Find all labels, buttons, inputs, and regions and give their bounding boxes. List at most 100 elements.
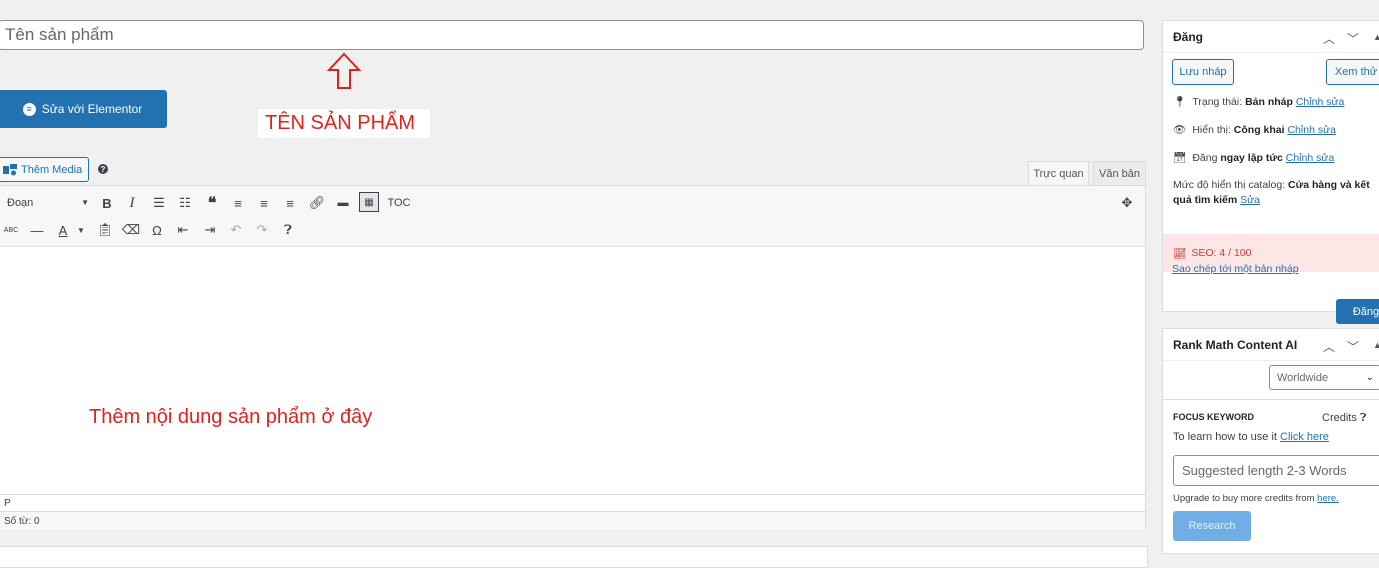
preview-button[interactable]: Xem thử [1326, 59, 1379, 85]
chevron-down-icon[interactable]: ﹀ [1347, 30, 1359, 47]
strikethrough-icon[interactable]: ABC [1, 220, 21, 240]
chevron-up-icon[interactable]: ︿ [1323, 338, 1335, 355]
help-icon[interactable]: ? [98, 164, 108, 174]
outdent-icon[interactable]: ⇤ [173, 220, 193, 240]
eye-icon: 👁︎ [1173, 124, 1187, 136]
align-left-icon[interactable]: ≡ [228, 193, 248, 213]
align-center-icon[interactable]: ≡ [254, 193, 274, 213]
rank-math-box-title: Rank Math Content AI [1173, 337, 1298, 352]
product-title-input[interactable] [0, 20, 1144, 50]
pin-icon: 📍︎ [1173, 96, 1187, 108]
edit-with-elementor-button[interactable]: ≡ Sửa với Elementor [0, 90, 167, 128]
paste-text-icon[interactable]: 📋︎ [95, 220, 115, 240]
country-select[interactable]: Worldwide ⌄ [1269, 365, 1379, 390]
bullet-list-icon[interactable]: ☰ [149, 193, 169, 213]
next-metabox [0, 546, 1148, 568]
help-icon[interactable]: ❓︎ [1360, 412, 1367, 424]
tab-text[interactable]: Văn bản [1093, 161, 1146, 186]
click-here-link[interactable]: Click here [1280, 431, 1329, 443]
schedule-label: Đăng [1192, 151, 1221, 164]
upgrade-link[interactable]: here. [1317, 493, 1339, 504]
chevron-down-icon[interactable]: ﹀ [1347, 338, 1359, 355]
title-annotation: TÊN SẢN PHẨM [258, 109, 430, 138]
toc-button[interactable]: TOC [385, 193, 413, 213]
chevron-up-icon[interactable]: ︿ [1323, 30, 1335, 47]
undo-icon[interactable]: ↶ [226, 220, 246, 240]
format-select[interactable]: Đoạn ▼ [3, 192, 93, 213]
edit-catalog-link[interactable]: Sửa [1240, 194, 1260, 206]
catalog-value-2: quả tìm kiếm [1173, 194, 1238, 206]
edit-visibility-link[interactable]: Chỉnh sửa [1287, 124, 1335, 136]
learn-text: To learn how to use it Click here [1173, 431, 1329, 443]
add-media-button[interactable]: Thêm Media [0, 157, 90, 182]
indent-icon[interactable]: ⇥ [200, 220, 220, 240]
horizontal-line-icon[interactable]: — [27, 220, 47, 240]
status-row: 📍︎ Trạng thái: Bản nháp Chỉnh sửa [1173, 95, 1344, 109]
schedule-row: 📅︎ Đăng ngay lập tức Chỉnh sửa [1173, 151, 1334, 165]
edit-status-link[interactable]: Chỉnh sửa [1296, 96, 1344, 108]
tab-visual-label: Trực quan [1033, 168, 1084, 180]
arrow-up-icon [326, 52, 362, 89]
tab-text-label: Văn bản [1099, 168, 1140, 180]
numbered-list-icon[interactable]: ☷ [175, 193, 195, 213]
special-character-icon[interactable]: Ω [147, 220, 167, 240]
research-button[interactable]: Research [1173, 511, 1251, 541]
read-more-icon[interactable]: ▬ [333, 193, 353, 213]
chevron-down-icon: ▼ [81, 198, 89, 207]
catalog-row-2: quả tìm kiếm Sửa [1173, 194, 1260, 206]
content-annotation: Thêm nội dung sản phẩm ở đây [89, 406, 373, 428]
rank-math-icon: 📈︎ [1173, 247, 1187, 260]
media-icon [3, 163, 17, 175]
catalog-row: Mức độ hiển thị catalog: Cửa hàng và kết [1173, 179, 1370, 191]
format-select-value: Đoạn [7, 196, 34, 209]
text-color-icon[interactable]: A [53, 220, 73, 240]
upgrade-text-prefix: Upgrade to buy more credits from [1173, 493, 1318, 504]
focus-keyword-label: FOCUS KEYWORD [1173, 412, 1254, 422]
editor-toolbar: Đoạn ▼ B I ☰ ☷ ❝ ≡ ≡ ≡ 🔗︎ ▬ ▦ TOC ✥ ABC … [0, 186, 1145, 247]
rank-math-content-ai-box: Rank Math Content AI ︿ ﹀ ▲ Worldwide ⌄ F… [1162, 328, 1379, 554]
country-select-value: Worldwide [1277, 371, 1329, 384]
publish-box: Đăng ︿ ﹀ ▲ Lưu nháp Xem thử 📍︎ Trạng thá… [1162, 20, 1379, 324]
visibility-label: Hiển thị: [1192, 123, 1234, 136]
italic-icon[interactable]: I [122, 193, 142, 213]
tab-visual[interactable]: Trực quan [1028, 161, 1089, 186]
redo-icon[interactable]: ↷ [252, 220, 272, 240]
clear-formatting-icon[interactable]: ⌫ [121, 220, 141, 240]
caret-up-icon[interactable]: ▲ [1373, 340, 1379, 350]
element-path: P [0, 494, 1145, 511]
catalog-value-1: Cửa hàng và kết [1288, 179, 1370, 191]
credits-text: Credits [1322, 412, 1357, 424]
learn-text-prefix: To learn how to use it [1173, 431, 1281, 443]
status-value: Bản nháp [1245, 95, 1293, 108]
add-media-label: Thêm Media [21, 163, 83, 176]
publish-box-title: Đăng [1173, 29, 1203, 44]
elementor-button-label: Sửa với Elementor [41, 102, 143, 116]
calendar-icon: 📅︎ [1173, 152, 1187, 164]
chevron-down-icon[interactable]: ▼ [71, 220, 91, 240]
content-editor: Đoạn ▼ B I ☰ ☷ ❝ ≡ ≡ ≡ 🔗︎ ▬ ▦ TOC ✥ ABC … [0, 185, 1146, 530]
bold-icon[interactable]: B [97, 193, 117, 213]
visibility-row: 👁︎ Hiển thị: Công khai Chỉnh sửa [1173, 123, 1336, 137]
fullscreen-icon[interactable]: ✥ [1117, 193, 1137, 213]
blockquote-icon[interactable]: ❝ [202, 193, 222, 213]
credits-label: Credits ❓︎ [1322, 412, 1367, 425]
copy-to-draft-link[interactable]: Sao chép tới một bản nháp [1172, 263, 1299, 275]
focus-keyword-input[interactable] [1173, 455, 1379, 486]
link-icon[interactable]: 🔗︎ [307, 193, 327, 213]
align-right-icon[interactable]: ≡ [280, 193, 300, 213]
seo-score: SEO: 4 / 100 [1191, 247, 1252, 259]
upgrade-text: Upgrade to buy more credits from here. [1173, 493, 1339, 504]
catalog-label: Mức độ hiển thị catalog: [1173, 179, 1289, 191]
schedule-value: ngay lập tức [1220, 151, 1283, 164]
elementor-icon: ≡ [22, 102, 36, 116]
help-icon[interactable]: ❓︎ [278, 220, 298, 240]
toolbar-toggle-icon[interactable]: ▦ [359, 192, 379, 212]
save-draft-button[interactable]: Lưu nháp [1172, 59, 1234, 85]
visibility-value: Công khai [1233, 123, 1285, 136]
editor-content-area[interactable]: Thêm nội dung sản phẩm ở đây [0, 246, 1145, 494]
edit-schedule-link[interactable]: Chỉnh sửa [1286, 152, 1334, 164]
caret-up-icon[interactable]: ▲ [1373, 32, 1379, 42]
divider [1163, 399, 1379, 400]
publish-button[interactable]: Đăng [1336, 299, 1379, 324]
chevron-down-icon: ⌄ [1365, 372, 1374, 383]
